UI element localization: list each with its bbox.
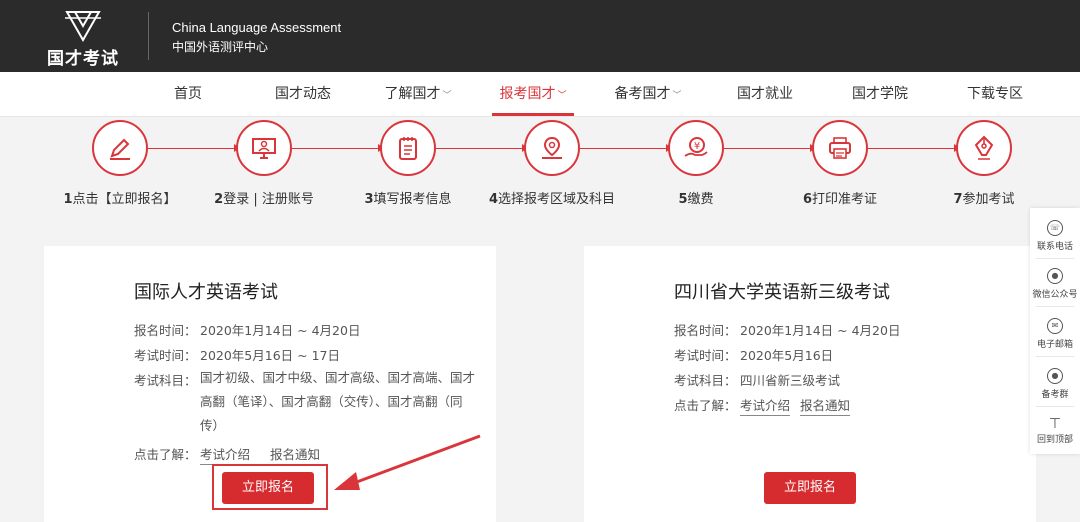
wechat-icon: ● (1047, 268, 1063, 284)
exam-card-title: 四川省大学英语新三级考试 (674, 282, 890, 303)
exam-card-title: 国际人才英语考试 (134, 282, 278, 303)
mail-icon: ✉ (1047, 318, 1063, 334)
registration-notice-link[interactable]: 报名通知 (270, 447, 321, 465)
floating-sidebar: ☏ 联系电话 ● 微信公众号 ✉ 电子邮箱 ● 备考群 ⊤ 回到顶部 (1030, 208, 1080, 454)
pen-nib-icon (956, 120, 1012, 176)
chevron-down-icon: ﹀ (442, 91, 452, 101)
step-6-label: 打印准考证 (812, 192, 878, 207)
step-5: ¥ 5缴费 (616, 120, 776, 207)
map-pin-icon (524, 120, 580, 176)
notepad-icon (380, 120, 436, 176)
nav-news[interactable]: 国才动态 (268, 72, 338, 116)
qq-icon: ● (1047, 368, 1063, 384)
step-2-label: 登录 | 注册账号 (223, 192, 314, 207)
nav-home[interactable]: 首页 (166, 72, 210, 116)
active-tab-underline (492, 113, 574, 116)
logo-text: 国才考试 (47, 49, 119, 69)
phone-icon: ☏ (1047, 220, 1063, 236)
exam-intro-link[interactable]: 考试介绍 (200, 447, 251, 465)
header-divider (148, 12, 149, 60)
step-7: 7参加考试 (904, 120, 1064, 207)
exam-subjects: 考试科目： 四川省新三级考试 (674, 373, 841, 388)
registration-period: 报名时间： 2020年1月14日 ~ 4月20日 (674, 323, 901, 338)
register-now-button[interactable]: 立即报名 (764, 472, 856, 504)
logo-emblem-icon (65, 11, 101, 42)
exam-subjects: 国才初级、国才中级、国才高级、国才高端、国才高翻（笔译）、国才高翻（交传）、国才… (200, 370, 476, 433)
learn-more-row: 点击了解： 考试介绍 报名通知 (134, 444, 330, 465)
step-3: 3填写报考信息 (328, 120, 488, 207)
step-7-label: 参加考试 (962, 192, 1015, 207)
site-header: 国才考试 China Language Assessment 中国外语测评中心 (0, 0, 1080, 72)
exam-subjects-label: 考试科目： (134, 373, 197, 388)
exam-intro-link[interactable]: 考试介绍 (740, 398, 791, 416)
step-4: 4选择报考区域及科目 (472, 120, 632, 207)
registration-notice-link[interactable]: 报名通知 (800, 398, 851, 416)
step-2: 2登录 | 注册账号 (184, 120, 344, 207)
step-6: 6打印准考证 (760, 120, 920, 207)
edit-icon (92, 120, 148, 176)
exam-date: 考试时间： 2020年5月16日 ~ 17日 (134, 348, 340, 363)
sidebar-back-to-top[interactable]: ⊤ 回到顶部 (1030, 416, 1080, 445)
nav-downloads[interactable]: 下载专区 (960, 72, 1030, 116)
chevron-down-icon: ﹀ (557, 91, 567, 101)
yen-coin-hand-icon: ¥ (668, 120, 724, 176)
brand-chinese-name: 中国外语测评中心 (172, 40, 269, 54)
sidebar-email[interactable]: ✉ 电子邮箱 (1030, 318, 1080, 350)
annotation-arrow-icon (334, 434, 481, 490)
exam-date: 考试时间： 2020年5月16日 (674, 348, 834, 363)
brand-english-name: China Language Assessment (172, 20, 342, 35)
sidebar-study-group[interactable]: ● 备考群 (1030, 368, 1080, 400)
highlight-box (212, 464, 328, 510)
sidebar-wechat[interactable]: ● 微信公众号 (1030, 268, 1080, 300)
registration-period: 报名时间： 2020年1月14日 ~ 4月20日 (134, 323, 361, 338)
nav-register[interactable]: 报考国才 ﹀ (492, 72, 574, 116)
step-5-label: 缴费 (687, 192, 714, 207)
step-3-label: 填写报考信息 (373, 192, 452, 207)
learn-more-row: 点击了解： 考试介绍 报名通知 (674, 395, 860, 416)
chevron-down-icon: ﹀ (672, 91, 682, 101)
main-nav: 首页 国才动态 了解国才 ﹀ 报考国才 ﹀ 备考国才 ﹀ 国才就业 国才学院 下载专区 (0, 72, 1080, 117)
printer-icon (812, 120, 868, 176)
nav-prepare[interactable]: 备考国才 ﹀ (610, 72, 686, 116)
computer-user-icon (236, 120, 292, 176)
sidebar-phone[interactable]: ☏ 联系电话 (1030, 220, 1080, 252)
site-logo[interactable]: 国才考试 (40, 8, 126, 69)
nav-about[interactable]: 了解国才 ﹀ (380, 72, 456, 116)
back-to-top-icon: ⊤ (1048, 416, 1062, 432)
nav-academy[interactable]: 国才学院 (845, 72, 915, 116)
svg-text:¥: ¥ (694, 141, 700, 152)
nav-employment[interactable]: 国才就业 (730, 72, 800, 116)
step-1: 1点击【立即报名】 (40, 120, 200, 207)
exam-card-sichuan: 四川省大学英语新三级考试 报名时间： 2020年1月14日 ~ 4月20日 考试时… (584, 246, 1036, 522)
step-1-label: 点击【立即报名】 (72, 192, 177, 207)
step-4-label: 选择报考区域及科目 (498, 192, 616, 207)
